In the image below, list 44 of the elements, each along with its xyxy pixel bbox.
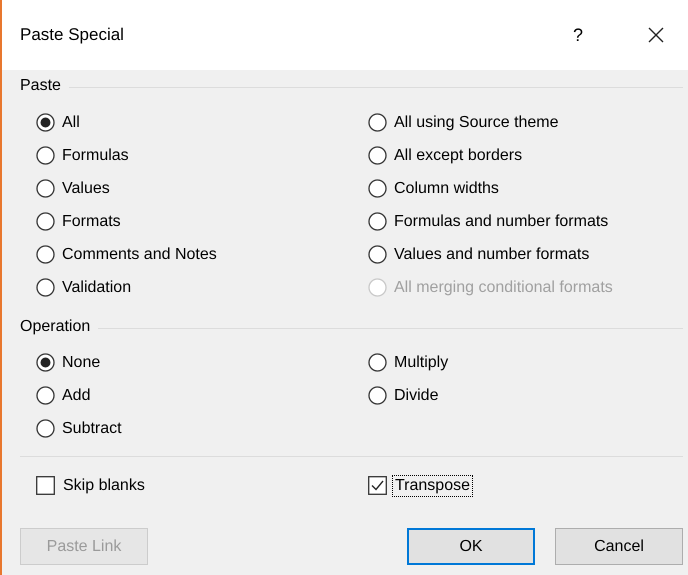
checkbox-label: Transpose: [392, 474, 473, 496]
option-label: Comments and Notes: [62, 246, 217, 264]
option-label: Column widths: [394, 180, 499, 198]
option-label: Values: [62, 180, 110, 198]
option-label: Divide: [394, 386, 438, 404]
group-label: Operation: [20, 318, 90, 336]
radio-button[interactable]: [36, 113, 55, 132]
radio-button[interactable]: [368, 146, 387, 165]
option-label: Values and number formats: [394, 246, 590, 264]
radio-button[interactable]: [36, 179, 55, 198]
group-label: Paste: [20, 77, 61, 95]
radio-button[interactable]: [36, 353, 55, 372]
checkbox[interactable]: [368, 476, 387, 495]
option-label: Add: [62, 386, 90, 404]
radio-button[interactable]: [36, 386, 55, 405]
radio-button[interactable]: [36, 278, 55, 297]
radio-button[interactable]: [368, 245, 387, 264]
checkbox[interactable]: [36, 476, 55, 495]
radio-button[interactable]: [368, 386, 387, 405]
dialog-button[interactable]: Cancel: [555, 528, 683, 565]
checkbox-label: Skip blanks: [62, 476, 146, 496]
option-label: Multiply: [394, 354, 448, 372]
help-button[interactable]: ?: [568, 24, 588, 46]
close-icon[interactable]: [648, 27, 664, 43]
option-label: All: [62, 114, 80, 132]
option-label: Formulas: [62, 146, 129, 164]
option-label: Validation: [62, 278, 132, 296]
radio-button[interactable]: [36, 245, 55, 264]
radio-button[interactable]: [368, 212, 387, 231]
radio-button[interactable]: [36, 146, 55, 165]
option-label: Formulas and number formats: [394, 212, 608, 230]
radio-button[interactable]: [368, 353, 387, 372]
radio-button[interactable]: [36, 419, 55, 438]
option-label: None: [62, 354, 100, 372]
radio-button[interactable]: [368, 179, 387, 198]
option-label: All merging conditional formats: [394, 278, 613, 296]
radio-button[interactable]: [368, 113, 387, 132]
dialog-button[interactable]: OK: [407, 528, 535, 565]
option-label: All using Source theme: [394, 114, 559, 132]
option-label: Subtract: [62, 420, 122, 438]
window-title: Paste Special: [20, 25, 125, 45]
radio-button[interactable]: [36, 212, 55, 231]
option-label: All except borders: [394, 146, 522, 164]
option-label: Formats: [62, 212, 121, 230]
